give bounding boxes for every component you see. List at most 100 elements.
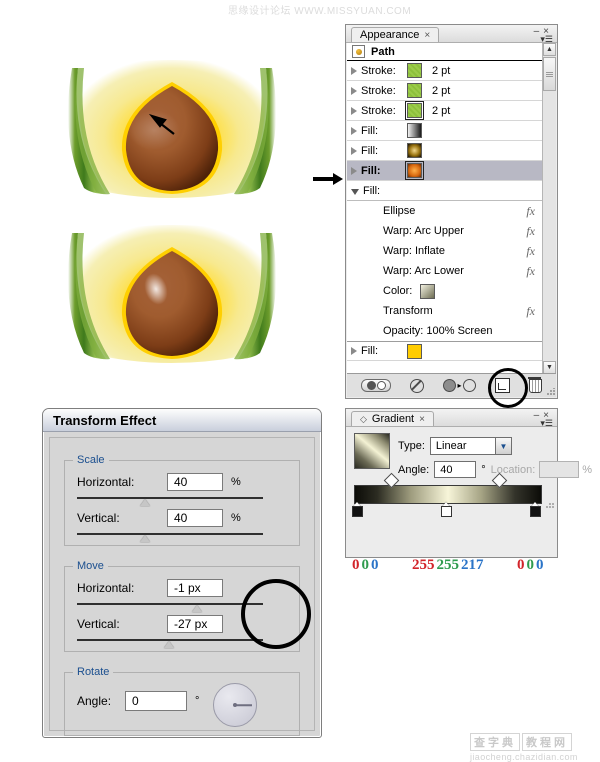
- appearance-row-fill-4-expanded[interactable]: Fill:: [347, 181, 543, 201]
- appearance-subitem-warp-arc-upper[interactable]: Warp: Arc Upper fx: [347, 221, 543, 241]
- appearance-titlebar[interactable]: Appearance × –× ▾☰: [346, 25, 557, 44]
- fx-icon[interactable]: fx: [526, 304, 535, 319]
- fx-icon[interactable]: fx: [526, 264, 535, 279]
- rgb-r: 255: [412, 557, 435, 573]
- gradient-body: Type: Linear ▼ Angle: 40 ° Location: % 0…: [346, 427, 592, 573]
- appearance-target-label: Path: [371, 45, 395, 58]
- gradient-stop-0-rgb: 0 0 0: [352, 557, 379, 574]
- scale-vertical-slider[interactable]: [77, 533, 263, 542]
- gradient-titlebar[interactable]: ◇ Gradient × –× ▾☰: [346, 409, 557, 428]
- gradient-type-select[interactable]: Linear ▼: [429, 437, 512, 455]
- clear-appearance-icon[interactable]: [410, 378, 425, 393]
- fx-icon[interactable]: fx: [526, 244, 535, 259]
- row-label: Fill:: [361, 144, 379, 157]
- close-icon[interactable]: ×: [424, 28, 430, 43]
- rotate-group: Rotate Angle: 0 °: [64, 666, 300, 736]
- scale-horizontal-slider[interactable]: [77, 497, 263, 506]
- scrollbar-thumb[interactable]: [543, 57, 556, 91]
- appearance-row-stroke-3[interactable]: Stroke: 2 pt: [347, 101, 543, 121]
- panel-resize-grip[interactable]: [546, 501, 554, 509]
- appearance-row-stroke-2[interactable]: Stroke: 2 pt: [347, 81, 543, 101]
- appearance-row-fill-2[interactable]: Fill:: [347, 141, 543, 161]
- appearance-scrollbar[interactable]: ▲ ▼: [542, 43, 556, 374]
- subitem-label: Ellipse: [383, 205, 416, 217]
- new-art-has-basic-appearance-icon[interactable]: [361, 379, 392, 392]
- appearance-subitem-warp-arc-lower[interactable]: Warp: Arc Lower fx: [347, 261, 543, 281]
- gradient-stop-2-rgb: 0 0 0: [517, 557, 544, 574]
- chevron-right-icon[interactable]: [351, 146, 357, 155]
- gradient-angle-input[interactable]: 40: [434, 461, 477, 478]
- diamond-icon: ◇: [360, 413, 367, 424]
- appearance-panel[interactable]: Appearance × –× ▾☰ Path Stroke: 2 pt Str…: [345, 24, 558, 408]
- gradient-location-input[interactable]: [539, 461, 580, 478]
- grey-gradient-swatch[interactable]: [407, 123, 422, 138]
- delete-selected-item-icon[interactable]: [527, 376, 542, 393]
- rotate-angle-unit: °: [195, 695, 200, 707]
- scale-horizontal-label: Horizontal:: [77, 475, 135, 489]
- appearance-subitem-transform[interactable]: Transform fx: [347, 301, 543, 321]
- row-label: Stroke:: [361, 104, 396, 117]
- gradient-preview-swatch[interactable]: [354, 433, 390, 469]
- row-label: Fill:: [363, 184, 381, 197]
- chevron-right-icon[interactable]: [351, 166, 357, 175]
- chevron-right-icon[interactable]: [351, 126, 357, 135]
- transform-effect-titlebar[interactable]: Transform Effect: [43, 409, 321, 432]
- appearance-subitem-ellipse[interactable]: Ellipse fx: [347, 201, 543, 221]
- close-icon[interactable]: ×: [419, 412, 425, 427]
- appearance-subitem-color[interactable]: Color:: [347, 281, 543, 301]
- row-value: 2 pt: [432, 64, 451, 77]
- scale-vertical-label: Vertical:: [77, 511, 120, 525]
- gradient-stop-2[interactable]: [530, 502, 541, 517]
- appearance-subitem-warp-inflate[interactable]: Warp: Inflate fx: [347, 241, 543, 261]
- row-label: Fill:: [361, 124, 379, 137]
- chevron-down-icon[interactable]: [351, 188, 359, 195]
- scale-horizontal-row: Horizontal: 40 %: [77, 473, 289, 491]
- appearance-toolbar[interactable]: ▸: [347, 368, 556, 408]
- chevron-down-icon[interactable]: ▼: [494, 437, 512, 455]
- dark-gold-radial-swatch[interactable]: [407, 143, 422, 158]
- appearance-row-fill-1[interactable]: Fill:: [347, 121, 543, 141]
- gradient-stop-1[interactable]: [441, 502, 452, 517]
- fx-icon[interactable]: fx: [526, 204, 535, 219]
- fx-icon[interactable]: fx: [526, 224, 535, 239]
- move-vertical-input[interactable]: -27 px: [167, 615, 223, 633]
- orange-radial-swatch[interactable]: [405, 161, 424, 180]
- green-swatch[interactable]: [405, 101, 424, 120]
- chevron-right-icon[interactable]: [351, 347, 357, 355]
- tab-gradient[interactable]: ◇ Gradient ×: [351, 411, 434, 426]
- row-value: 2 pt: [432, 84, 451, 97]
- transform-effect-dialog[interactable]: Transform Effect Scale Horizontal: 40 % …: [42, 408, 322, 738]
- panel-resize-grip[interactable]: [547, 388, 555, 396]
- scale-horizontal-input[interactable]: 40: [167, 473, 223, 491]
- subitem-label: Color:: [383, 285, 413, 297]
- reduce-to-basic-appearance-icon[interactable]: ▸: [443, 379, 476, 392]
- scroll-up-button[interactable]: ▲: [543, 43, 556, 56]
- gradient-stop-0[interactable]: [352, 502, 363, 517]
- move-horizontal-slider[interactable]: [77, 603, 263, 612]
- gradient-type-row: Type: Linear ▼: [398, 437, 512, 455]
- duplicate-selected-item-icon[interactable]: [494, 378, 510, 393]
- chevron-right-icon[interactable]: [351, 66, 357, 75]
- green-swatch[interactable]: [407, 63, 422, 78]
- rotate-angle-input[interactable]: 0: [125, 691, 187, 711]
- move-vertical-row: Vertical: -27 px: [77, 615, 289, 633]
- subitem-label: Opacity: 100% Screen: [383, 325, 493, 337]
- appearance-list[interactable]: Path Stroke: 2 pt Stroke: 2 pt Stroke: 2…: [347, 43, 543, 374]
- appearance-row-fill-5[interactable]: Fill:: [347, 341, 543, 361]
- gradient-panel[interactable]: ◇ Gradient × –× ▾☰ Type: Linear ▼ Angle:…: [345, 408, 592, 573]
- olive-gradient-swatch[interactable]: [420, 283, 436, 299]
- green-swatch[interactable]: [407, 83, 422, 98]
- appearance-subitem-opacity[interactable]: Opacity: 100% Screen: [347, 321, 543, 341]
- move-horizontal-input[interactable]: -1 px: [167, 579, 223, 597]
- yellow-swatch[interactable]: [407, 343, 422, 359]
- appearance-row-stroke-1[interactable]: Stroke: 2 pt: [347, 61, 543, 81]
- chevron-right-icon[interactable]: [351, 106, 357, 115]
- scale-vertical-input[interactable]: 40: [167, 509, 223, 527]
- rotate-dial[interactable]: [213, 683, 257, 727]
- gradient-angle-unit: °: [481, 463, 486, 476]
- tab-appearance[interactable]: Appearance ×: [351, 27, 440, 43]
- appearance-row-fill-3-selected[interactable]: Fill:: [347, 161, 543, 181]
- row-label: Fill:: [361, 164, 381, 177]
- move-vertical-slider[interactable]: [77, 639, 263, 648]
- chevron-right-icon[interactable]: [351, 86, 357, 95]
